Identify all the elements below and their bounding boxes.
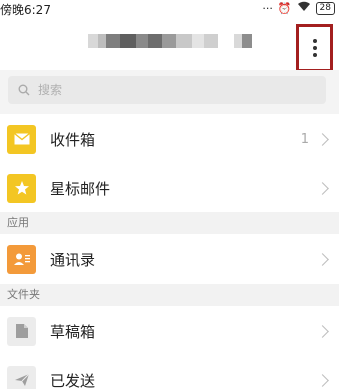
list-item-contacts[interactable]: 通讯录 [0,234,339,284]
inbox-count: 1 [300,131,309,147]
inbox-icon [7,124,36,154]
status-icons: ··· ⏰ 28 [262,1,335,15]
status-time: 傍晚6:27 [0,3,51,17]
more-vertical-icon [312,39,317,57]
chevron-right-icon [316,373,329,387]
battery-icon: 28 [315,1,335,15]
alarm-icon: ⏰ [277,1,292,15]
wifi-icon [297,1,311,15]
chevron-right-icon [316,181,329,195]
chevron-right-icon [316,252,329,266]
search-box[interactable] [8,76,326,104]
dots-icon: ··· [262,1,273,15]
chevron-right-icon [316,324,329,338]
drafts-label: 草稿箱 [50,322,96,341]
sent-label: 已发送 [50,371,96,389]
section-header-folders: 文件夹 [0,284,339,306]
list-item-sent[interactable]: 已发送 [0,355,339,389]
list-item-drafts[interactable]: 草稿箱 [0,306,339,356]
list-item-inbox[interactable]: 收件箱 1 [0,114,339,164]
app-header [0,18,339,72]
starred-label: 星标邮件 [50,179,111,198]
star-icon [7,173,36,203]
search-icon [18,84,30,96]
search-bar [0,70,339,114]
status-bar: 傍晚6:27 ··· ⏰ 28 [0,0,339,18]
contacts-icon [7,244,36,274]
search-input[interactable] [38,83,298,97]
inbox-label: 收件箱 [50,130,96,149]
contacts-label: 通讯录 [50,250,96,269]
section-header-apps: 应用 [0,212,339,234]
chevron-right-icon [316,132,329,146]
draft-icon [7,316,36,346]
sent-icon [7,365,36,389]
list-item-starred[interactable]: 星标邮件 [0,163,339,213]
account-title-blurred [88,32,252,50]
more-options-button[interactable] [296,24,333,72]
